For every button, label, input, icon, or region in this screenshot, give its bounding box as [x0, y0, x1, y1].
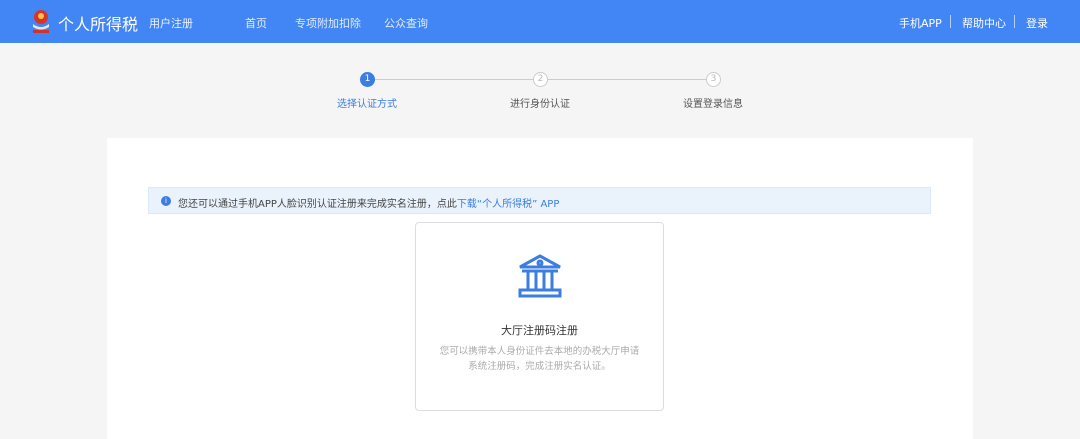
step-2-label: 进行身份认证 [510, 99, 570, 110]
step-3-number: 3 [706, 72, 721, 87]
nav-home[interactable]: 首页 [245, 15, 267, 31]
divider [950, 15, 951, 28]
info-text: 您还可以通过手机APP人脸识别认证注册来完成实名注册，点此 [178, 199, 457, 210]
divider [1014, 15, 1015, 28]
description-line-1: 您可以携带本人身份证件去本地的办税大厅申请 [439, 346, 640, 357]
brand-title[interactable]: 个人所得税 [58, 11, 138, 35]
step-3-label: 设置登录信息 [683, 99, 743, 110]
help-center-link[interactable]: 帮助中心 [962, 15, 1006, 31]
hall-registration-code-option[interactable]: 大厅注册码注册 您可以携带本人身份证件去本地的办税大厅申请 系统注册码，完成注册实… [415, 222, 664, 411]
app-name-link[interactable]: “个人所得税” APP [477, 199, 559, 210]
option-title: 大厅注册码注册 [501, 324, 578, 337]
download-link[interactable]: 下载 [457, 199, 477, 210]
mobile-app-link[interactable]: 手机APP [899, 15, 942, 31]
info-icon: i [161, 196, 171, 206]
page-subtitle: 用户注册 [149, 17, 193, 30]
step-2-number: 2 [533, 72, 548, 87]
option-description: 您可以携带本人身份证件去本地的办税大厅申请 系统注册码，完成注册实名认证。 [416, 344, 663, 374]
step-connector [548, 79, 706, 80]
top-header: 个人所得税 用户注册 首页 专项附加扣除 公众查询 手机APP 帮助中心 登录 [0, 0, 1080, 43]
bank-building-icon [518, 254, 562, 298]
step-1-number: 1 [360, 72, 375, 87]
tax-emblem-logo [33, 10, 49, 33]
description-line-2: 系统注册码，完成注册实名认证。 [468, 361, 611, 372]
info-banner: i 您还可以通过手机APP人脸识别认证注册来完成实名注册，点此下载“个人所得税”… [148, 187, 931, 214]
step-connector [375, 79, 533, 80]
login-link[interactable]: 登录 [1026, 15, 1048, 31]
nav-public-query[interactable]: 公众查询 [384, 15, 428, 31]
nav-special-deduction[interactable]: 专项附加扣除 [295, 15, 361, 31]
step-1-label: 选择认证方式 [337, 99, 397, 110]
